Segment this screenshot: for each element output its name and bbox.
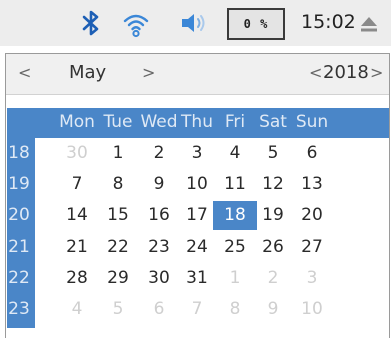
calendar-day[interactable]: 19 bbox=[251, 201, 295, 230]
week-number: 23 bbox=[8, 299, 30, 319]
calendar-popup: < May > < 2018 > Mon Tue Wed Thu Fri Sat Sun 18… bbox=[5, 53, 390, 338]
calendar-day[interactable]: 22 bbox=[96, 233, 140, 262]
week-number: 21 bbox=[8, 237, 30, 257]
calendar-day[interactable]: 4 bbox=[55, 295, 99, 324]
weekday-label: Wed bbox=[140, 112, 178, 132]
calendar-day[interactable]: 9 bbox=[251, 295, 295, 324]
prev-year-button[interactable]: < bbox=[309, 63, 322, 82]
cpu-usage-value: 0 % bbox=[243, 17, 269, 31]
eject-icon[interactable] bbox=[360, 16, 378, 32]
calendar-day[interactable]: 10 bbox=[290, 295, 334, 324]
calendar-day[interactable]: 6 bbox=[290, 139, 334, 168]
calendar-day[interactable]: 5 bbox=[251, 139, 295, 168]
calendar-header: < May > < 2018 > bbox=[6, 54, 389, 95]
year-label: 2018 bbox=[323, 62, 369, 83]
month-label: May bbox=[69, 62, 107, 83]
calendar-day[interactable]: 30 bbox=[55, 139, 99, 168]
next-month-button[interactable]: > bbox=[142, 63, 155, 82]
calendar-day[interactable]: 15 bbox=[96, 201, 140, 230]
next-year-button[interactable]: > bbox=[370, 63, 383, 82]
calendar-day[interactable]: 21 bbox=[55, 233, 99, 262]
calendar-day[interactable]: 5 bbox=[96, 295, 140, 324]
weekday-label: Sun bbox=[295, 112, 329, 132]
calendar-day[interactable]: 13 bbox=[290, 170, 334, 199]
weekday-label: Tue bbox=[103, 112, 133, 132]
weekday-label: Mon bbox=[59, 112, 95, 132]
weekday-label: Sat bbox=[259, 112, 287, 132]
calendar-day[interactable]: 14 bbox=[55, 201, 99, 230]
week-number: 19 bbox=[8, 174, 30, 194]
calendar-day[interactable]: 12 bbox=[251, 170, 295, 199]
clock[interactable]: 15:02 bbox=[301, 11, 356, 33]
calendar-day[interactable]: 1 bbox=[96, 139, 140, 168]
week-number: 20 bbox=[8, 205, 30, 225]
cpu-usage-monitor[interactable]: 0 % bbox=[227, 8, 285, 40]
calendar-day[interactable]: 3 bbox=[290, 264, 334, 293]
calendar-day[interactable]: 28 bbox=[55, 264, 99, 293]
calendar-day[interactable]: 20 bbox=[290, 201, 334, 230]
calendar-day[interactable]: 29 bbox=[96, 264, 140, 293]
calendar-day[interactable]: 2 bbox=[251, 264, 295, 293]
week-number: 18 bbox=[8, 143, 30, 163]
week-number: 22 bbox=[8, 268, 30, 288]
calendar-day[interactable]: 26 bbox=[251, 233, 295, 262]
wifi-icon[interactable] bbox=[122, 12, 150, 38]
bluetooth-icon[interactable] bbox=[80, 10, 102, 36]
volume-icon[interactable] bbox=[180, 11, 210, 35]
top-panel: 0 % 15:02 bbox=[0, 0, 391, 46]
calendar-day[interactable]: 27 bbox=[290, 233, 334, 262]
calendar-day[interactable]: 7 bbox=[55, 170, 99, 199]
weekday-label: Thu bbox=[181, 112, 213, 132]
weekday-label: Fri bbox=[224, 112, 246, 132]
prev-month-button[interactable]: < bbox=[18, 63, 31, 82]
calendar-day[interactable]: 8 bbox=[96, 170, 140, 199]
